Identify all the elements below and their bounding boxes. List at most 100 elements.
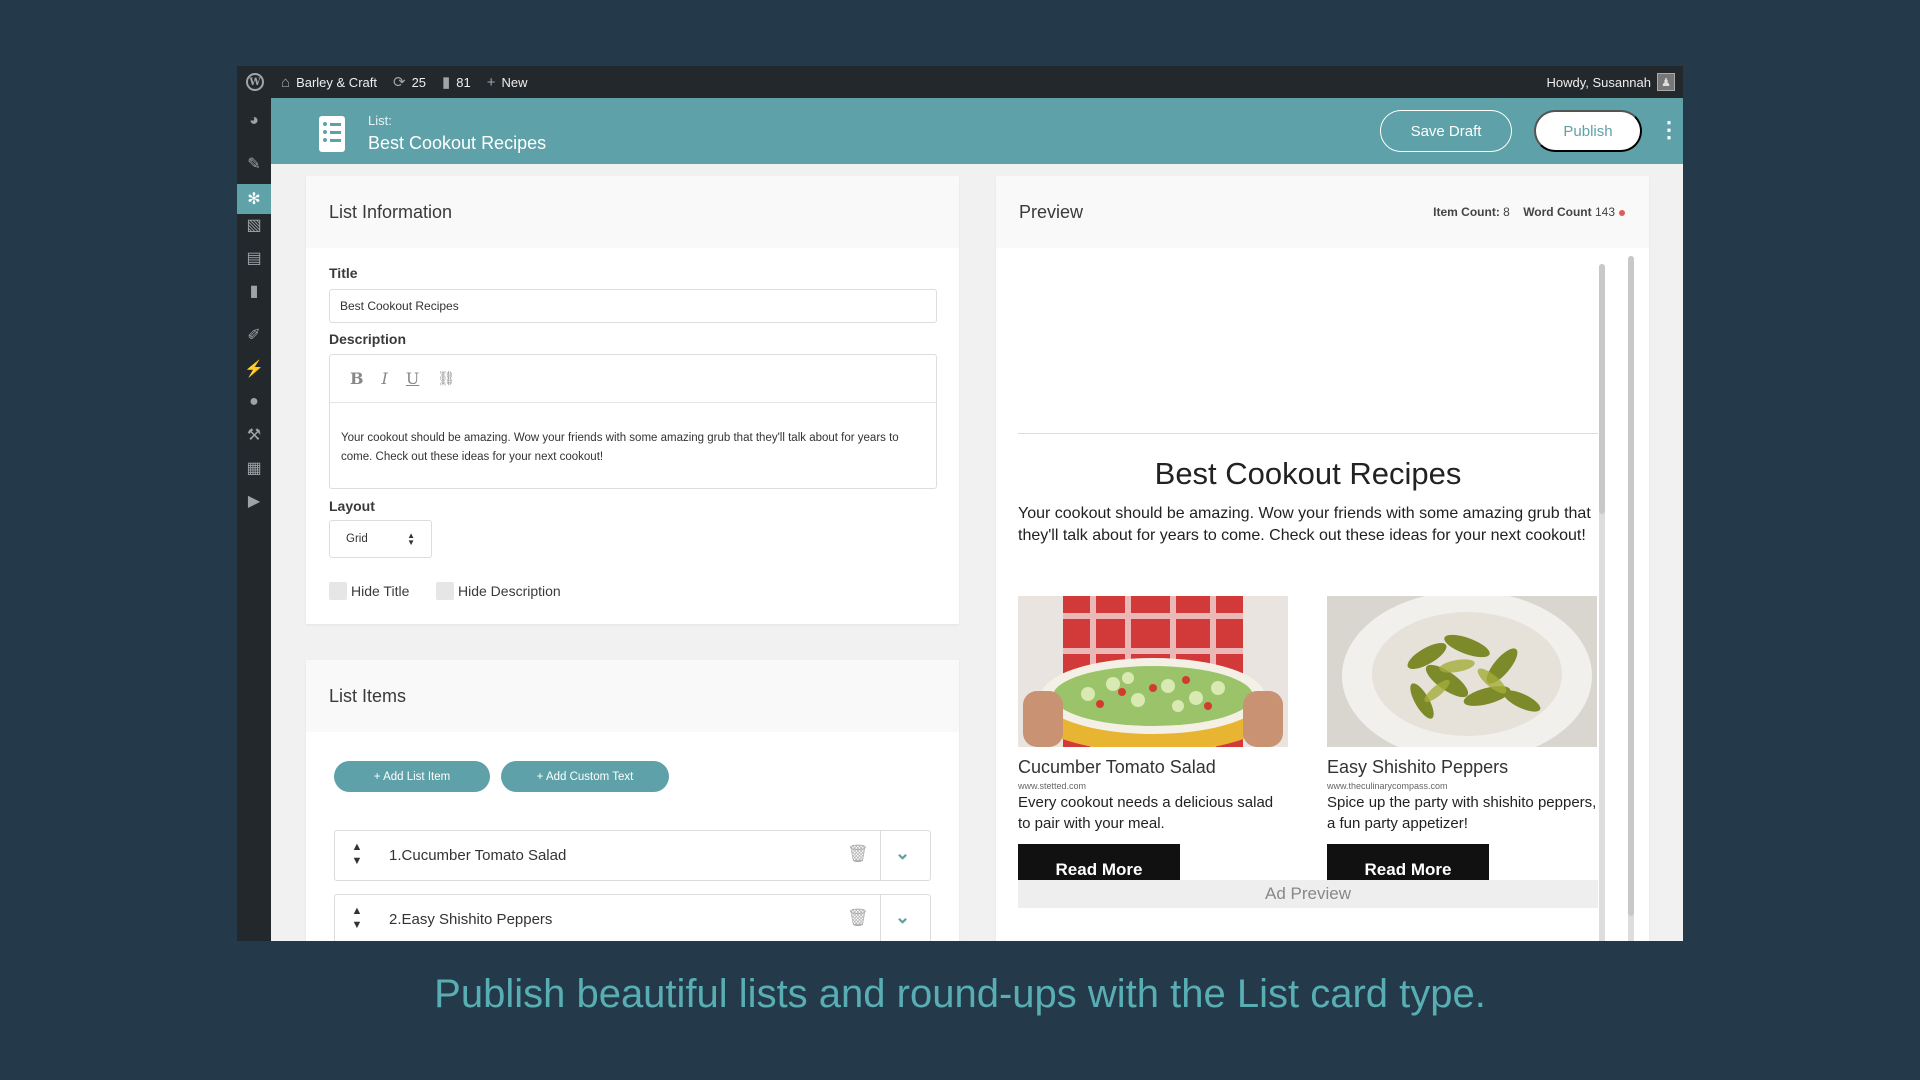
list-item-number: 1.	[389, 847, 402, 864]
format-toolbar: B I U ⛓	[330, 355, 936, 403]
trash-icon[interactable]: 🗑	[847, 908, 869, 928]
dashboard-icon[interactable]: ◕	[237, 106, 271, 136]
hide-description-option[interactable]: Hide Description	[436, 582, 561, 600]
comments-count: 81	[456, 74, 471, 90]
admin-bar: W ⌂ Barley & Craft ⟳ 25 ▮ 81 + New Howdy…	[237, 66, 1683, 98]
link-icon[interactable]: ⛓	[437, 371, 455, 387]
preview-card: Cucumber Tomato Salad www.stetted.com Ev…	[1018, 596, 1288, 896]
trash-icon[interactable]: 🗑	[847, 844, 869, 864]
description-text[interactable]: Your cookout should be amazing. Wow your…	[330, 403, 936, 467]
avatar: ♟	[1657, 73, 1675, 91]
media-icon[interactable]: ▧	[237, 210, 271, 240]
brush-icon[interactable]: ✐	[237, 320, 271, 350]
updates-count: 25	[411, 74, 427, 90]
more-options-icon[interactable]: ⋮	[1658, 116, 1680, 144]
hide-title-label: Hide Title	[351, 583, 410, 599]
site-name: Barley & Craft	[296, 74, 377, 90]
panel-heading: Preview	[1019, 201, 1084, 222]
new-label: New	[501, 74, 528, 90]
divider	[880, 831, 881, 880]
admin-sidebar: ◕ ✎ ✻ ▧ ▤ ▮ ✐ ⚡ ● ⚒ ▦ ▶	[237, 98, 271, 941]
word-count-label: Word Count	[1523, 205, 1592, 219]
new-content-link[interactable]: + New	[479, 66, 536, 98]
comment-bubble-icon: ▮	[442, 74, 451, 91]
preview-title: Best Cookout Recipes	[1154, 456, 1462, 491]
italic-button[interactable]: I	[382, 369, 388, 388]
preview-card: Easy Shishito Peppers www.theculinarycom…	[1327, 596, 1597, 896]
layout-value: Grid	[346, 533, 368, 545]
card-description: Spice up the party with shishito peppers…	[1327, 794, 1597, 832]
salad-photo	[1018, 596, 1288, 747]
list-card-icon	[319, 116, 345, 152]
comments-icon[interactable]: ▮	[237, 276, 271, 306]
layout-select[interactable]: Grid ▲ ▼	[329, 520, 432, 558]
underline-button[interactable]: U	[406, 369, 419, 388]
sort-arrows-icon[interactable]: ▲ ▼	[349, 904, 365, 932]
title-input[interactable]: Best Cookout Recipes	[329, 289, 937, 323]
list-item-number: 2.	[389, 911, 402, 928]
plus-icon: +	[486, 73, 496, 91]
description-label: Description	[329, 331, 407, 347]
layout-label: Layout	[329, 498, 375, 514]
item-count: 8	[1503, 205, 1510, 219]
plugins-icon[interactable]: ⚡	[237, 354, 271, 384]
description-editor[interactable]: B I U ⛓ Your cookout should be amazing. …	[329, 354, 937, 489]
list-item-row[interactable]: ▲ ▼ 1.Cucumber Tomato Salad 🗑 ⌄	[334, 830, 931, 881]
howdy-text: Howdy, Susannah	[1546, 74, 1651, 90]
list-information-panel: List Information Title Best Cookout Reci…	[306, 176, 959, 624]
panel-heading: List Information	[306, 176, 959, 248]
play-icon[interactable]: ▶	[237, 486, 271, 516]
home-icon: ⌂	[281, 73, 291, 91]
list-items-panel: List Items + Add List Item + Add Custom …	[306, 660, 959, 941]
save-draft-button[interactable]: Save Draft	[1380, 110, 1512, 152]
word-count-status-dot	[1619, 209, 1625, 216]
site-name-link[interactable]: ⌂ Barley & Craft	[273, 66, 385, 98]
updates-link[interactable]: ⟳ 25	[385, 66, 434, 98]
document-title: Best Cookout Recipes	[368, 133, 547, 153]
account-menu[interactable]: Howdy, Susannah ♟	[1538, 66, 1683, 98]
pages-icon[interactable]: ▤	[237, 243, 271, 273]
hide-description-checkbox[interactable]	[436, 582, 454, 600]
chevron-down-icon[interactable]: ⌄	[895, 907, 910, 928]
list-item-label: Cucumber Tomato Salad	[401, 847, 567, 864]
preview-heading-bar: Preview Item Count: 8 Word Count 143	[996, 176, 1649, 248]
card-title: Cucumber Tomato Salad	[1018, 757, 1216, 777]
users-icon[interactable]: ●	[237, 387, 271, 417]
card-title: Easy Shishito Peppers	[1327, 757, 1509, 777]
wordpress-logo-icon[interactable]: W	[237, 66, 273, 98]
hide-description-label: Hide Description	[458, 583, 561, 599]
card-source: www.theculinarycompass.com	[1327, 781, 1448, 791]
select-arrows-icon: ▲ ▼	[407, 531, 415, 547]
panel-heading: List Items	[306, 660, 959, 732]
preview-description: Your cookout should be amazing. Wow your…	[1018, 505, 1591, 544]
add-list-item-button[interactable]: + Add List Item	[334, 761, 490, 792]
outer-scrollbar-thumb[interactable]	[1628, 256, 1634, 916]
tools-icon[interactable]: ⚒	[237, 420, 271, 450]
bold-button[interactable]: B	[350, 369, 364, 388]
editor-header: List: Best Cookout Recipes Save Draft Pu…	[271, 98, 1683, 164]
card-source: www.stetted.com	[1018, 781, 1087, 791]
hide-title-checkbox[interactable]	[329, 582, 347, 600]
preview-panel: Preview Item Count: 8 Word Count 143 Bes…	[996, 176, 1649, 941]
inner-scrollbar-thumb[interactable]	[1599, 264, 1605, 514]
list-item-title: 1.Cucumber Tomato Salad	[389, 847, 566, 864]
card-description: Every cookout needs a delicious salad to…	[1018, 794, 1274, 832]
preview-canvas: Best Cookout Recipes Your cookout should…	[1018, 248, 1598, 941]
divider	[880, 895, 881, 941]
pin-icon[interactable]: ✎	[237, 149, 271, 179]
publish-button[interactable]: Publish	[1534, 110, 1642, 152]
updates-icon: ⟳	[392, 74, 406, 91]
title-label: Title	[329, 265, 358, 281]
grid-icon[interactable]: ▦	[237, 453, 271, 483]
ad-preview: Ad Preview	[1018, 880, 1598, 908]
comments-link[interactable]: ▮ 81	[434, 66, 479, 98]
divider	[1018, 433, 1598, 434]
list-item-row[interactable]: ▲ ▼ 2.Easy Shishito Peppers 🗑 ⌄	[334, 894, 931, 941]
list-item-title: 2.Easy Shishito Peppers	[389, 911, 552, 928]
chevron-down-icon[interactable]: ⌄	[895, 843, 910, 864]
word-count: 143	[1594, 205, 1615, 219]
tagline: Publish beautiful lists and round-ups wi…	[434, 972, 1486, 1016]
add-custom-text-button[interactable]: + Add Custom Text	[501, 761, 669, 792]
hide-title-option[interactable]: Hide Title	[329, 582, 409, 600]
sort-arrows-icon[interactable]: ▲ ▼	[349, 840, 365, 868]
